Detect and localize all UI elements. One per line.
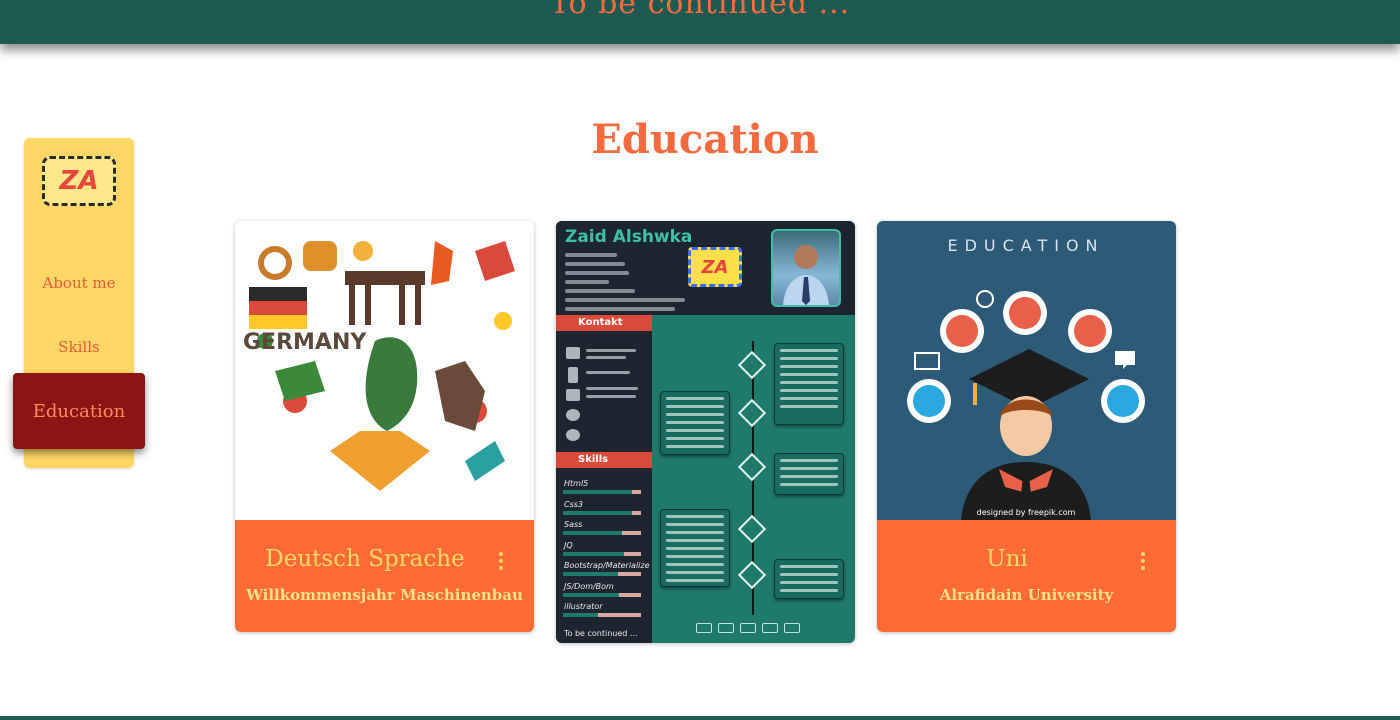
education-card-uni[interactable]: EDUCATION designed by freepik.com Uni Al… xyxy=(877,221,1176,632)
graduation-icon xyxy=(737,514,767,544)
card-footer: Uni Alrafidain University xyxy=(877,520,1176,632)
cv-skill-bar xyxy=(563,531,641,535)
gear-icon xyxy=(737,560,767,590)
cv-skill-bar xyxy=(563,572,641,576)
cv-contact-heading: Kontakt xyxy=(556,315,652,331)
freepik-credit: designed by freepik.com xyxy=(977,508,1076,517)
cv-skill-bar xyxy=(563,592,641,597)
github-icon xyxy=(566,429,580,441)
cv-skill-label: Html5 xyxy=(564,479,589,488)
globe-icon xyxy=(566,409,580,421)
more-vert-icon[interactable] xyxy=(498,552,504,570)
cv-skill-label: JS/Dom/Bom xyxy=(564,581,614,591)
logo-text: ZA xyxy=(59,166,99,196)
cv-skill-bar xyxy=(563,510,641,515)
code-icon xyxy=(737,350,767,380)
sidebar-nav: ZA About me Skills Education xyxy=(13,138,145,468)
card-title: Uni xyxy=(986,546,1028,572)
cv-skill-bar xyxy=(563,613,641,617)
timeline-entry xyxy=(774,453,844,495)
card-footer: Deutsch Sprache Willkommensjahr Maschine… xyxy=(235,520,534,632)
germany-heart-image: GERMANY xyxy=(235,221,534,520)
phone-icon xyxy=(568,367,578,383)
cv-skill-label: Css3 xyxy=(564,499,584,509)
cv-skill-label: Sass xyxy=(564,520,583,529)
bottom-bar xyxy=(0,716,1400,720)
card-title: Deutsch Sprache xyxy=(265,546,465,572)
cv-hobby-icons xyxy=(696,623,816,635)
timeline-entry xyxy=(660,391,730,455)
cv-preview-card[interactable]: Zaid Alshwka ZA Kontakt Skills Html5 Css3… xyxy=(556,221,855,643)
card-subtitle: Willkommensjahr Maschinenbau xyxy=(246,586,523,604)
germany-word: GERMANY xyxy=(243,330,367,355)
logo[interactable]: ZA xyxy=(42,156,116,206)
card-subtitle: Alrafidain University xyxy=(939,586,1114,604)
sidebar-item-about-me[interactable]: About me xyxy=(24,274,134,292)
timeline-entry xyxy=(774,559,844,599)
cv-skill-bar xyxy=(563,551,641,556)
home-icon xyxy=(566,347,580,359)
more-vert-icon[interactable] xyxy=(1140,552,1146,570)
top-bar: To be continued ... xyxy=(0,0,1400,44)
cv-footer-text: To be continued ... xyxy=(564,629,638,638)
cv-skill-bar xyxy=(563,490,641,494)
education-card-deutsch[interactable]: GERMANY Deutsch Sprache Willkommensjahr … xyxy=(235,221,534,632)
cv-logo: ZA xyxy=(688,247,742,287)
cv-skill-label: illustrator xyxy=(564,602,603,611)
cv-name: Zaid Alshwka xyxy=(565,227,693,247)
cv-photo xyxy=(771,229,841,307)
timeline-entry xyxy=(774,343,844,425)
timeline-entry xyxy=(660,509,730,587)
cv-skill-label: JQ xyxy=(564,540,573,550)
mail-icon xyxy=(566,389,580,401)
section-title: Education xyxy=(591,116,819,163)
cv-skill-label: Bootstrap/Materialize xyxy=(564,561,650,570)
education-graduate-image: EDUCATION designed by freepik.com xyxy=(877,221,1176,520)
translate-icon xyxy=(737,398,767,428)
header-text: To be continued ... xyxy=(549,0,851,21)
pen-icon xyxy=(737,452,767,482)
cv-skills-heading: Skills xyxy=(556,452,652,468)
education-word: EDUCATION xyxy=(947,236,1104,255)
sidebar-item-skills[interactable]: Skills xyxy=(24,338,134,356)
sidebar-item-education[interactable]: Education xyxy=(13,373,145,449)
